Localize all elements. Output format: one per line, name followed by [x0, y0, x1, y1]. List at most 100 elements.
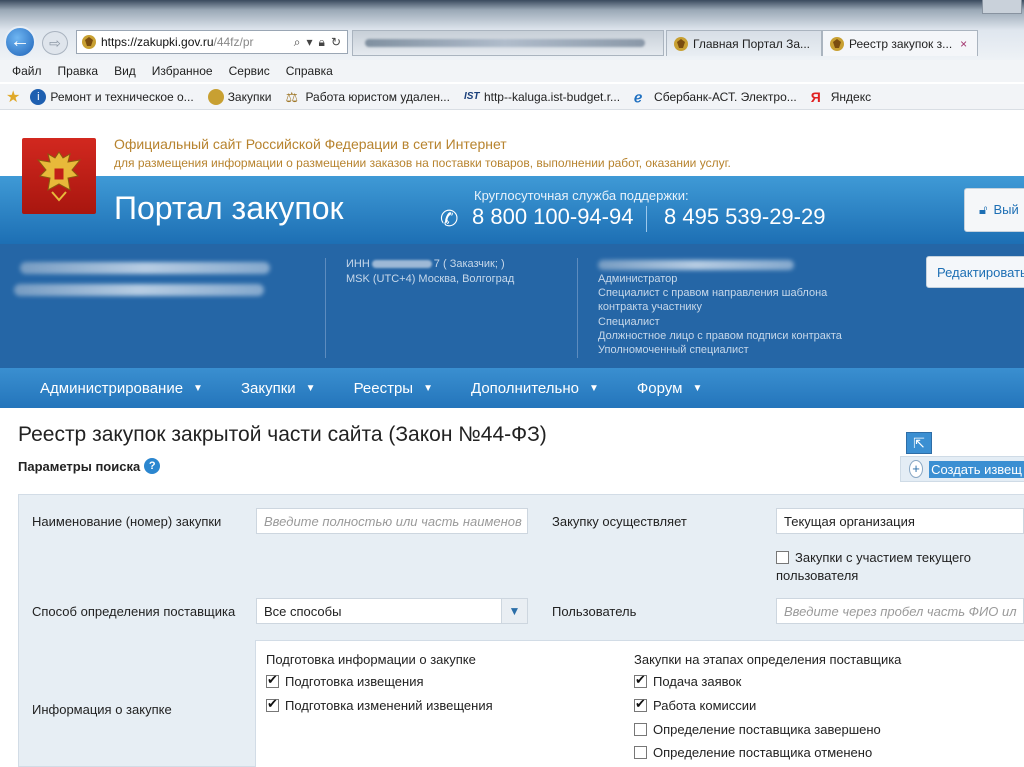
- search-params-heading: Параметры поиска?: [18, 458, 161, 474]
- divider: [325, 258, 326, 358]
- edit-profile-button[interactable]: Редактировать: [926, 256, 1024, 288]
- url-path: /44fz/pr: [213, 35, 254, 49]
- close-tab-icon[interactable]: ×: [960, 37, 967, 51]
- favorite-item[interactable]: i Ремонт и техническое о...: [30, 88, 194, 105]
- tab-main-portal[interactable]: Главная Портал За...: [666, 30, 822, 56]
- caret-down-icon: ▼: [692, 382, 703, 394]
- search-icon[interactable]: ⌕: [294, 35, 301, 50]
- method-label: Способ определения поставщика: [32, 604, 236, 619]
- nav-purchases[interactable]: Закупки ▼: [241, 380, 316, 397]
- user-input[interactable]: Введите через пробел часть ФИО ил: [776, 598, 1024, 624]
- menu-help[interactable]: Справка: [286, 64, 333, 78]
- favorite-item[interactable]: IST http--kaluga.ist-budget.r...: [464, 89, 620, 105]
- checkbox-row[interactable]: Подготовка изменений извещения: [266, 696, 493, 713]
- favorite-item[interactable]: ⚖ Работа юристом удален...: [285, 89, 450, 105]
- site-subtitle-1: Официальный сайт Российской Федерации в …: [114, 136, 507, 152]
- group-title-stages: Закупки на этапах определения поставщика: [634, 652, 902, 667]
- eagle-icon: [207, 88, 224, 105]
- phone-icon: ✆: [440, 206, 459, 231]
- coat-of-arms-logo: [22, 138, 96, 214]
- name-input[interactable]: Введите полностью или часть наименов: [256, 508, 528, 534]
- checkbox[interactable]: [634, 746, 647, 759]
- ist-icon: IST: [463, 90, 480, 102]
- tab-label: Главная Портал За...: [693, 36, 811, 51]
- checkbox[interactable]: [266, 672, 279, 688]
- menu-tools[interactable]: Сервис: [229, 64, 270, 78]
- favorite-item[interactable]: Закупки: [207, 88, 271, 105]
- main-nav: Администрирование ▼ Закупки ▼ Реестры ▼ Доп…: [0, 368, 1024, 408]
- eagle-icon: [674, 36, 688, 51]
- lock-icon: 🔓︎: [979, 202, 988, 217]
- menu-favorites[interactable]: Избранное: [152, 64, 213, 78]
- participation-checkbox[interactable]: Закупки с участием текущего: [776, 550, 971, 565]
- executor-input[interactable]: Текущая организация: [776, 508, 1024, 534]
- executor-label: Закупку осуществляет: [552, 514, 687, 529]
- divider: [646, 206, 647, 232]
- expand-icon[interactable]: ⇱: [906, 432, 932, 454]
- tab-registry[interactable]: Реестр закупок з... ×: [822, 30, 978, 56]
- redacted-org-name: [20, 262, 270, 274]
- info-label: Информация о закупке: [32, 702, 172, 717]
- eagle-icon: [830, 36, 844, 51]
- favorites-star-icon[interactable]: ★: [6, 87, 20, 107]
- caret-down-icon: ▼: [588, 382, 599, 394]
- site-subtitle-2: для размещения информации о размещении з…: [114, 156, 731, 170]
- user-roles: Администратор Специалист с правом направ…: [598, 273, 842, 357]
- checkbox-row[interactable]: Подготовка извещения: [266, 672, 424, 689]
- create-notice-button[interactable]: + Создать извещ: [900, 456, 1024, 482]
- site-eagle-icon: [82, 35, 96, 49]
- favorites-bar: ★ i Ремонт и техническое о... Закупки ⚖ …: [0, 84, 1024, 110]
- forward-button[interactable]: ⇨: [42, 31, 68, 55]
- help-icon[interactable]: ?: [144, 458, 161, 474]
- checkbox-row[interactable]: Определение поставщика завершено: [634, 722, 881, 737]
- lock-icon[interactable]: 🔒︎: [319, 35, 325, 50]
- method-select[interactable]: Все способы ▼: [256, 598, 528, 624]
- menu-view[interactable]: Вид: [114, 64, 136, 78]
- checkbox[interactable]: [266, 696, 279, 712]
- support-phone-2: 8 495 539-29-29: [664, 204, 826, 229]
- checkbox[interactable]: [634, 672, 647, 688]
- menu-bar: Файл Правка Вид Избранное Сервис Справка: [0, 60, 1024, 82]
- participation-label: пользователя: [776, 568, 859, 583]
- favorite-item[interactable]: ℯ Сбербанк-АСТ. Электро...: [634, 89, 797, 105]
- dropdown-icon[interactable]: ▾: [307, 35, 313, 50]
- checkbox[interactable]: [634, 696, 647, 712]
- address-bar[interactable]: https://zakupki.gov.ru/44fz/pr ⌕ ▾ 🔒︎ ↻: [76, 30, 348, 54]
- caret-down-icon: ▼: [305, 382, 316, 394]
- info-icon: i: [30, 88, 47, 105]
- refresh-icon[interactable]: ↻: [331, 35, 341, 50]
- redacted-user-name: [598, 260, 794, 270]
- scales-icon: ⚖: [285, 88, 299, 105]
- chevron-down-icon[interactable]: ▼: [501, 599, 527, 623]
- nav-registries[interactable]: Реестры ▼: [354, 380, 433, 397]
- checkbox-row[interactable]: Определение поставщика отменено: [634, 745, 872, 760]
- menu-edit[interactable]: Правка: [58, 64, 99, 78]
- page-title: Реестр закупок закрытой части сайта (Зак…: [18, 423, 547, 446]
- nav-additional[interactable]: Дополнительно ▼: [471, 380, 599, 397]
- support-label: Круглосуточная служба поддержки:: [474, 188, 689, 203]
- window-minimize-button[interactable]: [982, 0, 1022, 14]
- user-label: Пользователь: [552, 604, 637, 619]
- logout-button[interactable]: 🔓︎ Вый: [964, 188, 1024, 232]
- caret-down-icon: ▼: [423, 382, 433, 394]
- yandex-icon: Я: [810, 88, 821, 105]
- nav-forum[interactable]: Форум ▼: [637, 380, 702, 397]
- group-title-preparation: Подготовка информации о закупке: [266, 652, 476, 667]
- checkbox-row[interactable]: Работа комиссии: [634, 696, 756, 713]
- nav-administration[interactable]: Администрирование ▼: [40, 380, 203, 397]
- checkbox[interactable]: [776, 551, 789, 564]
- checkbox[interactable]: [634, 723, 647, 736]
- checkbox-row[interactable]: Подача заявок: [634, 672, 741, 689]
- inn-info: ИНН 7 ( Заказчик; ): [346, 258, 505, 270]
- back-button[interactable]: ←: [4, 26, 36, 58]
- favorite-item[interactable]: Я Яндекс: [811, 89, 871, 105]
- eagle-emblem-icon: [36, 151, 82, 202]
- tab-label: Реестр закупок з...: [849, 36, 953, 51]
- blurred-tab[interactable]: [352, 30, 664, 56]
- menu-file[interactable]: Файл: [12, 64, 42, 78]
- divider: [577, 258, 578, 358]
- caret-down-icon: ▼: [193, 382, 203, 394]
- portal-title[interactable]: Портал закупок: [114, 190, 344, 227]
- redacted-org-name: [14, 284, 264, 296]
- plus-icon: +: [909, 460, 924, 478]
